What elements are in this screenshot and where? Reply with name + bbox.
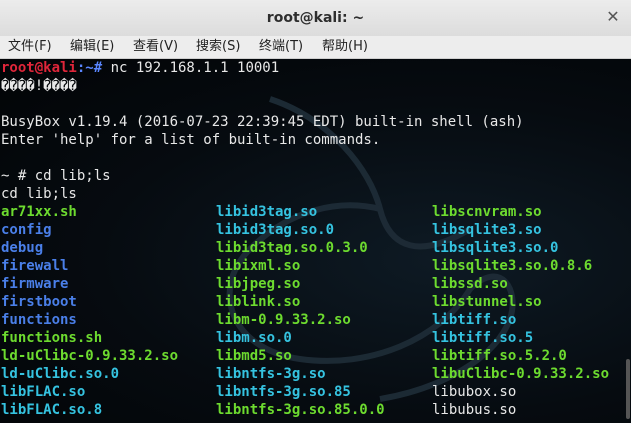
ls-entry: libstunnel.so xyxy=(432,294,542,310)
command-line: root@kali:~# nc 192.168.1.1 10001 xyxy=(1,59,279,77)
close-icon[interactable]: ✕ xyxy=(601,6,625,30)
prompt-user: root@kali xyxy=(1,60,77,76)
ls-entry: ld-uClibc.so.0 xyxy=(1,366,120,382)
ls-entry: libscnvram.so xyxy=(432,204,542,220)
command-text: nc 192.168.1.1 10001 xyxy=(110,60,280,76)
ls-entry: libsqlite3.so.0 xyxy=(432,240,559,256)
ls-entry: libubus.so xyxy=(432,402,517,418)
scroll-thumb[interactable] xyxy=(626,359,630,419)
ls-entry: libsqlite3.so.0.8.6 xyxy=(432,258,593,274)
help-hint: Enter 'help' for a list of built-in comm… xyxy=(1,132,381,148)
ls-entry: liblink.so xyxy=(216,294,301,310)
ls-entry: libm-0.9.33.2.so xyxy=(216,312,351,328)
ls-entry: libuClibc-0.9.33.2.so xyxy=(432,366,610,382)
ls-entry: functions xyxy=(1,312,77,328)
ls-entry: libid3tag.so.0 xyxy=(216,222,335,238)
ls-entry: config xyxy=(1,222,52,238)
remote-prompt-line: ~ # cd lib;ls xyxy=(1,168,111,184)
menu-view[interactable]: 查看(V) xyxy=(133,36,178,58)
menu-edit[interactable]: 编辑(E) xyxy=(70,36,114,58)
title-bar[interactable]: root@kali: ~ ✕ xyxy=(0,0,631,37)
ls-entry: libFLAC.so xyxy=(1,384,86,400)
garbled-output: ����!���� xyxy=(1,78,77,94)
ls-entry: libubox.so xyxy=(432,384,517,400)
ls-entry: ld-uClibc-0.9.33.2.so xyxy=(1,348,179,364)
ls-entry: libjpeg.so xyxy=(216,276,301,292)
menu-terminal[interactable]: 终端(T) xyxy=(259,36,303,58)
ls-entry: libntfs-3g.so xyxy=(216,366,326,382)
menu-bar: 文件(F) 编辑(E) 查看(V) 搜索(S) 终端(T) 帮助(H) xyxy=(0,36,631,59)
ls-entry: debug xyxy=(1,240,44,256)
ls-entry: libntfs-3g.so.85 xyxy=(216,384,351,400)
menu-file[interactable]: 文件(F) xyxy=(8,36,52,58)
ls-entry: ar71xx.sh xyxy=(1,204,77,220)
ls-entry: libm.so.0 xyxy=(216,330,292,346)
ls-entry: functions.sh xyxy=(1,330,103,346)
ls-entry: libssd.so xyxy=(432,276,508,292)
ls-entry: libntfs-3g.so.85.0.0 xyxy=(216,402,385,418)
terminal-area[interactable]: root@kali:~# nc 192.168.1.1 10001 ����!�… xyxy=(0,59,631,423)
ls-entry: libtiff.so.5 xyxy=(432,330,534,346)
echo-line: cd lib;ls xyxy=(1,186,77,202)
scrollbar[interactable] xyxy=(625,59,631,423)
menu-search[interactable]: 搜索(S) xyxy=(196,36,240,58)
busybox-banner: BusyBox v1.19.4 (2016-07-23 22:39:45 EDT… xyxy=(1,114,524,130)
ls-entry: libid3tag.so xyxy=(216,204,318,220)
ls-entry: libmd5.so xyxy=(216,348,292,364)
ls-entry: libFLAC.so.8 xyxy=(1,402,103,418)
ls-entry: libsqlite3.so xyxy=(432,222,542,238)
window-title: root@kali: ~ xyxy=(266,10,365,26)
ls-entry: firmware xyxy=(1,276,69,292)
ls-entry: libid3tag.so.0.3.0 xyxy=(216,240,368,256)
ls-entry: libixml.so xyxy=(216,258,301,274)
ls-entry: firstboot xyxy=(1,294,77,310)
ls-entry: firewall xyxy=(1,258,69,274)
ls-entry: libtiff.so xyxy=(432,312,517,328)
prompt-path: :~# xyxy=(76,60,111,76)
ls-entry: libtiff.so.5.2.0 xyxy=(432,348,567,364)
menu-help[interactable]: 帮助(H) xyxy=(322,36,368,58)
